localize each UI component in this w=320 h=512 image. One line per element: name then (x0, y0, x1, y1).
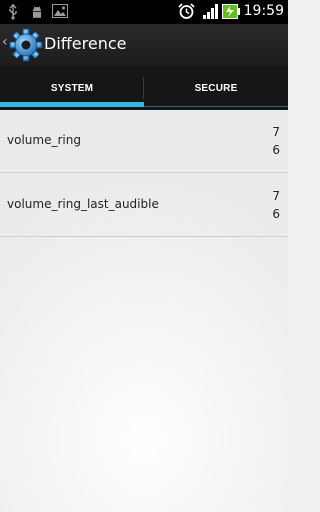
action-bar: ‹ Difference (0, 24, 288, 66)
tab-selected-indicator (0, 102, 144, 107)
gear-icon[interactable] (9, 28, 43, 62)
list-item[interactable]: volume_ring 7 6 (0, 110, 288, 173)
image-icon (52, 4, 68, 18)
signal-icon (203, 4, 218, 19)
setting-name: volume_ring (7, 133, 81, 147)
alarm-icon (178, 3, 195, 19)
tab-secure[interactable]: SECURE (144, 66, 288, 110)
setting-value-a: 7 (272, 125, 280, 139)
setting-value-b: 6 (272, 143, 280, 157)
page-title: Difference (44, 34, 127, 53)
setting-value-b: 6 (272, 207, 280, 221)
setting-name: volume_ring_last_audible (7, 197, 159, 211)
back-icon[interactable]: ‹ (2, 34, 8, 50)
setting-value-a: 7 (272, 189, 280, 203)
usb-icon (9, 4, 17, 20)
list-item[interactable]: volume_ring_last_audible 7 6 (0, 174, 288, 237)
battery-charging-icon (222, 4, 240, 19)
status-clock: 19:59 (243, 3, 284, 19)
status-bar: 19:59 (0, 0, 288, 24)
difference-list: volume_ring 7 6 volume_ring_last_audible… (0, 110, 288, 512)
android-debug-icon (33, 6, 41, 18)
